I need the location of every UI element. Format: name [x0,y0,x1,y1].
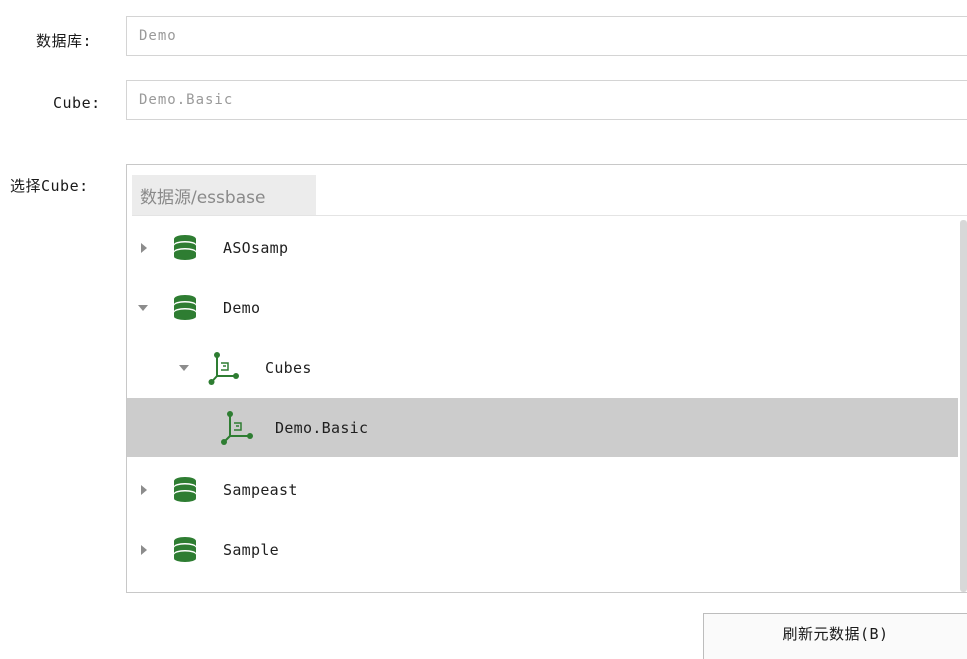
cube-label: Cube: [53,94,101,112]
cube-folder-icon [208,350,240,386]
tree-item-label: ASOsamp [223,238,289,257]
tree-item-label: Sample [223,540,279,559]
cube-tree-panel: 数据源/essbase ASOsamp Demo Cubes Demo.Basi… [126,164,967,593]
tree-item-demo-basic[interactable]: Demo.Basic [127,398,958,457]
breadcrumb[interactable]: 数据源/essbase [132,175,316,215]
collapse-arrow-icon[interactable] [178,362,190,374]
cube-field[interactable]: Demo.Basic [126,80,967,120]
tree-item-label: Demo [223,298,261,317]
expand-arrow-icon[interactable] [138,484,150,496]
tree-item-label: Demo.Basic [275,418,369,437]
collapse-arrow-icon[interactable] [137,302,149,314]
database-icon [173,536,197,563]
tree-item-label: Cubes [265,358,312,377]
refresh-metadata-button[interactable]: 刷新元数据(B) [703,613,967,659]
breadcrumb-divider [132,215,967,216]
cube-icon [220,409,254,447]
database-icon [173,476,197,503]
expand-arrow-icon[interactable] [138,544,150,556]
select-cube-label: 选择Cube: [10,177,89,195]
tree-item-asosamp[interactable]: ASOsamp [127,218,958,277]
tree-item-sampeast[interactable]: Sampeast [127,460,958,519]
database-icon [173,234,197,261]
expand-arrow-icon[interactable] [138,242,150,254]
tree-item-cubes[interactable]: Cubes [127,338,958,397]
tree-item-sample[interactable]: Sample [127,520,958,579]
tree-item-demo[interactable]: Demo [127,278,958,337]
database-field[interactable]: Demo [126,16,967,56]
tree-item-label: Sampeast [223,480,298,499]
database-icon [173,294,197,321]
tree-scrollbar[interactable] [960,220,967,592]
database-label: 数据库: [36,32,93,50]
